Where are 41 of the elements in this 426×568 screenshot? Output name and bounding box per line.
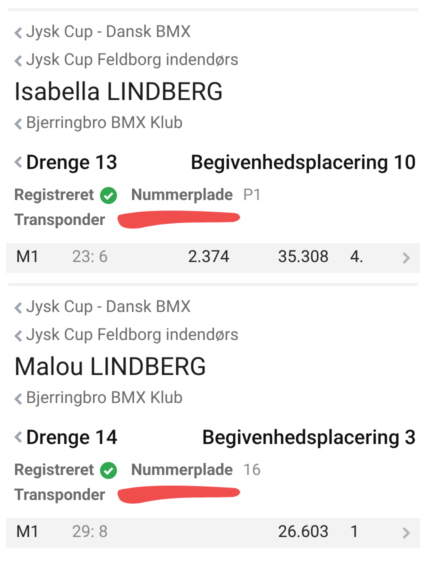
back-chevron-icon xyxy=(14,393,23,405)
result-row[interactable]: M1 29: 8 26.603 1 xyxy=(6,518,420,548)
event-placement: Begivenhedsplacering 10 xyxy=(190,149,416,176)
breadcrumb-link[interactable]: Jysk Cup Feldborg indendørs xyxy=(14,322,412,350)
table-cell: 2.374 xyxy=(188,248,230,267)
transponder-label: Transponder xyxy=(14,209,106,231)
category-link[interactable]: Drenge 13 xyxy=(14,147,118,177)
transponder-label: Transponder xyxy=(14,484,106,506)
category-link[interactable]: Drenge 14 xyxy=(14,422,118,452)
result-row[interactable]: M1 23: 6 2.374 35.308 4. xyxy=(6,243,420,273)
back-chevron-icon xyxy=(14,431,23,443)
registered-label: Registreret xyxy=(14,184,94,206)
time-cell-text: 26.603 xyxy=(278,522,330,544)
plate-label: Nummerplade xyxy=(131,184,233,206)
chevron-right-icon xyxy=(402,527,410,539)
plate-value: P1 xyxy=(242,184,262,206)
time-cell-text: 35.308 xyxy=(278,246,330,269)
moto-cell-text: M1 xyxy=(16,246,41,269)
back-chevron-icon xyxy=(14,330,23,342)
plate-value: 16 xyxy=(242,459,261,481)
club-link[interactable]: Bjerringbro BMX Klub xyxy=(14,386,412,412)
rider-name: Malou LINDBERG xyxy=(14,352,208,384)
plate-label: Nummerplade xyxy=(131,459,233,481)
club-link[interactable]: Bjerringbro BMX Klub xyxy=(14,111,412,137)
gate-cell-text: 29: 8 xyxy=(72,522,109,544)
back-chevron-icon xyxy=(14,118,23,130)
gate-cell-text: 23: 6 xyxy=(72,246,109,269)
back-chevron-icon xyxy=(14,55,23,67)
breadcrumb-link[interactable]: Jysk Cup - Dansk BMX xyxy=(14,294,412,322)
place-cell-text: 1 xyxy=(350,522,360,544)
registered-label: Registreret xyxy=(14,459,94,481)
moto-cell-text: M1 xyxy=(16,522,41,544)
back-chevron-icon xyxy=(14,156,23,168)
back-chevron-icon xyxy=(14,27,23,39)
event-placement: Begivenhedsplacering 3 xyxy=(202,424,416,451)
chevron-right-icon xyxy=(402,252,410,264)
back-chevron-icon xyxy=(14,302,23,314)
breadcrumb-link[interactable]: Jysk Cup - Dansk BMX xyxy=(14,19,412,47)
place-cell-text: 4. xyxy=(350,246,365,269)
breadcrumb-link[interactable]: Jysk Cup Feldborg indendørs xyxy=(14,47,412,75)
rider-name: Isabella LINDBERG xyxy=(14,77,224,109)
